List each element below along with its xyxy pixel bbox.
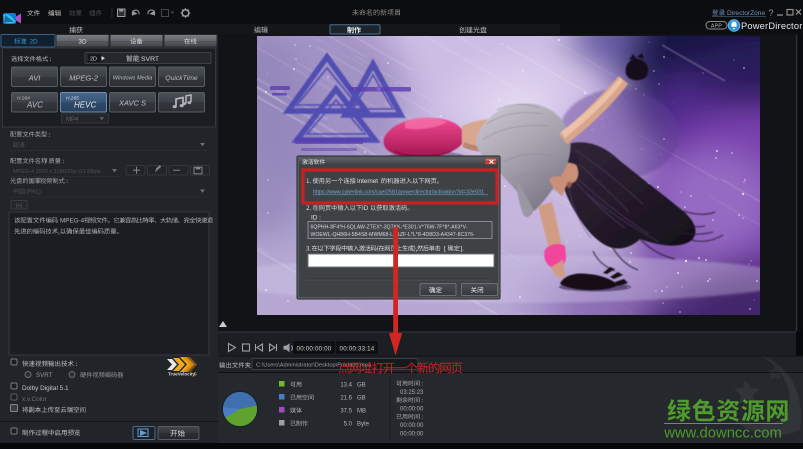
svg-text:/: / (37, 178, 39, 185)
svg-text:MPEG-4 1920 x 1080/25p (11 Mbp: MPEG-4 1920 x 1080/25p (11 Mbps (13, 169, 101, 175)
svg-text:MPEG-4: MPEG-4 (60, 218, 85, 225)
svg-text:Internet: Internet (357, 178, 378, 185)
svg-text:00:00:33:14: 00:00:33:14 (340, 345, 375, 352)
svg-text:?: ? (768, 8, 773, 18)
svg-text:TrueVelocity: TrueVelocity (168, 372, 196, 377)
svg-text:6QPHH-8F4*H-6QLAW-ZTEX*-3Q7KK-: 6QPHH-8F4*H-6QLAW-ZTEX*-3Q7KK-*E301-V*76… (311, 225, 468, 231)
svg-text:00:00:00: 00:00:00 (400, 423, 424, 429)
svg-text:SVRT: SVRT (36, 372, 53, 379)
svg-text:(PAL): (PAL) (26, 190, 41, 196)
svg-text:AVC: AVC (26, 101, 43, 110)
svg-text:(+): (+) (16, 203, 23, 209)
svg-text:MPEG-2: MPEG-2 (69, 74, 99, 83)
svg-text:5.0: 5.0 (344, 422, 353, 428)
svg-text:3D: 3D (78, 39, 87, 46)
svg-text:ID :: ID : (311, 215, 321, 222)
svg-text:Dolby Digital 5.1: Dolby Digital 5.1 (22, 385, 69, 392)
svg-text:WOEWL-QH86H-5B4S8-MWM68-LZ&ZF-: WOEWL-QH86H-5B4S8-MWM68-LZ&ZF-L*L*8-4D8D… (311, 232, 475, 238)
svg-text:GB: GB (357, 383, 366, 389)
svg-text:GB: GB (357, 396, 366, 402)
svg-text:SVRT: SVRT (141, 56, 159, 63)
svg-text:XAVC S: XAVC S (118, 99, 146, 108)
svg-text:DirectorZone: DirectorZone (727, 10, 765, 17)
svg-text:MB: MB (357, 409, 366, 415)
svg-text:x.v.Color: x.v.Color (22, 396, 48, 403)
svg-text:PowerDirector: PowerDirector (741, 21, 803, 31)
svg-text:Windows Media: Windows Media (113, 76, 152, 82)
svg-text:APP: APP (711, 24, 723, 30)
svg-text:13.4: 13.4 (340, 383, 352, 389)
svg-text:2D: 2D (30, 39, 39, 46)
svg-text:ID: ID (362, 205, 369, 212)
svg-text:00:00:00:00: 00:00:00:00 (297, 345, 332, 352)
svg-text:03:25:23: 03:25:23 (400, 390, 424, 396)
svg-text:/: / (46, 158, 48, 165)
svg-text:00:00:00: 00:00:00 (400, 406, 424, 412)
svg-text:www.downcc.com: www.downcc.com (663, 426, 782, 442)
svg-text:21.6: 21.6 (340, 396, 352, 402)
svg-text:MP4: MP4 (66, 117, 79, 123)
svg-text:AVI: AVI (28, 74, 41, 83)
svg-text:5: 5 (194, 372, 197, 377)
svg-text:*: * (396, 10, 399, 17)
svg-text:00:00:00: 00:00:00 (400, 431, 424, 437)
svg-text:37.5: 37.5 (340, 409, 352, 415)
svg-text:Byte: Byte (357, 422, 370, 428)
svg-text:HEVC: HEVC (74, 101, 96, 110)
svg-text:].: ]. (461, 246, 465, 253)
svg-text:QuickTime: QuickTime (165, 75, 198, 82)
svg-text:[: [ (444, 246, 446, 253)
svg-text:2D: 2D (90, 57, 97, 63)
